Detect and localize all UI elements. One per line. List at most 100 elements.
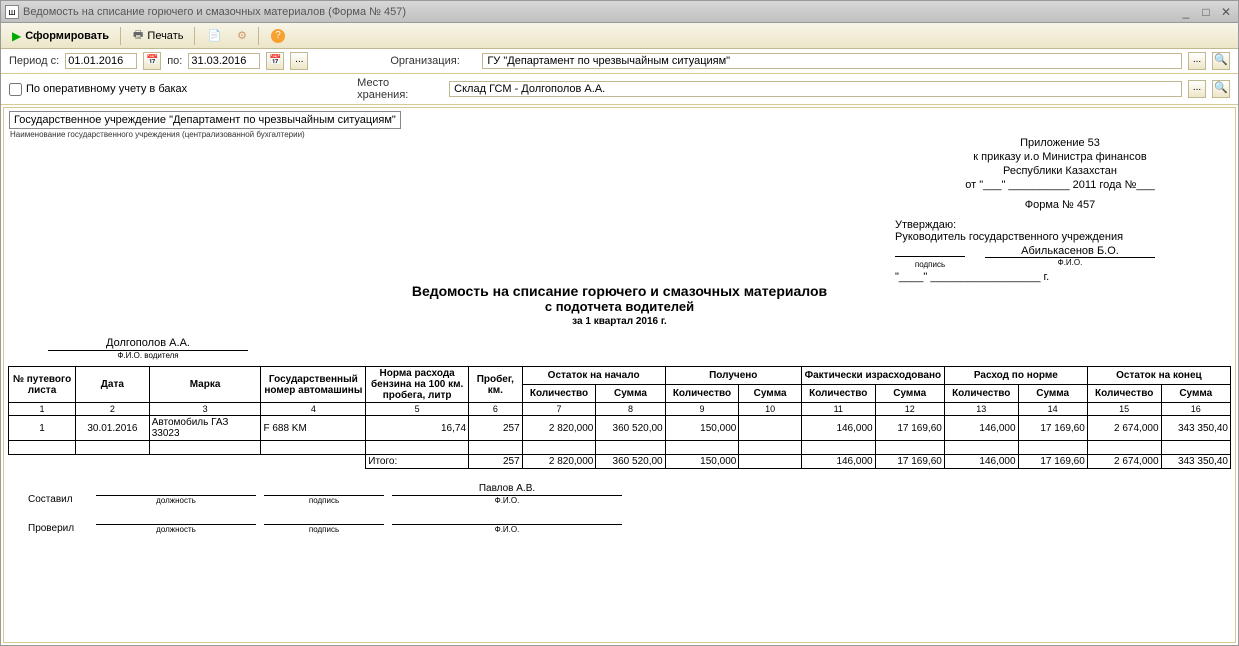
print-button[interactable]: 🖶 Печать [126,23,190,48]
approve-sign-cap: подпись [895,260,965,269]
org-name-box: Государственное учреждение "Департамент … [9,111,401,129]
window-controls: _ □ ✕ [1178,5,1234,19]
approve-position: Руководитель государственного учреждения [895,231,1225,243]
sub-sum-16: Сумма [1161,385,1230,403]
period-to-label: по: [167,55,182,67]
driver-name: Долгополов А.А. [48,337,248,351]
sub-qty-11: Количество [801,385,875,403]
approve-name: Абилькасенов Б.О. [985,245,1155,258]
period-from-input[interactable] [65,53,137,69]
sheet-icon: 📄 [207,29,221,42]
compiled-position-cap: должность [96,496,256,505]
header-right: Приложение 53 к приказу и.о Министра фин… [895,137,1225,283]
checked-fio-cap: Ф.И.О. [392,525,622,534]
approve-date-line: "____" __________________ г. [895,271,1225,283]
compiled-position-line [96,484,256,496]
col-header-received: Получено [665,367,801,385]
checked-sign-line [264,513,384,525]
period-to-input[interactable] [188,53,260,69]
appendix-no: Приложение 53 [895,137,1225,149]
org-input[interactable] [482,53,1182,69]
table-total-row: Итого: 257 2 820,000 360 520,00 150,000 … [9,455,1231,469]
sub-sum-8: Сумма [596,385,665,403]
period-from-label: Период с: [9,55,59,67]
footer-signatures: Составил должность подпись Павлов А.В. Ф… [28,483,1231,534]
approve-block: Утверждаю: Руководитель государственного… [895,219,1225,283]
action-button-2[interactable]: ⚙ [230,26,254,45]
appendix-date: от "___" __________ 2011 года №___ [895,179,1225,191]
approve-fio-cap: Ф.И.О. [985,258,1155,267]
toolbar: ▶ Сформировать 🖶 Печать 📄 ⚙ ? [1,23,1238,49]
table-blank-row [9,441,1231,455]
period-dots-button[interactable]: ... [290,52,308,70]
sub-qty-9: Количество [665,385,739,403]
storage-input[interactable] [449,81,1182,97]
col-header-start: Остаток на начало [522,367,665,385]
operative-checkbox-label: По оперативному учету в баках [26,83,187,95]
org-dots-button[interactable]: ... [1188,52,1206,70]
toolbar-separator [258,27,260,45]
operative-checkbox-wrap[interactable]: По оперативному учету в баках [9,83,187,96]
minimize-button[interactable]: _ [1178,5,1194,19]
org-search-button[interactable]: 🔍 [1212,52,1230,70]
col-header-brand: Марка [149,367,261,403]
driver-caption: Ф.И.О. водителя [48,351,248,360]
col-header-actual: Фактически израсходовано [801,367,944,385]
col-header-rate: Норма расхода бензина на 100 км. пробега… [366,367,469,403]
wand-icon: ⚙ [237,29,247,42]
table-header-row-1: № путевого листа Дата Марка Государствен… [9,367,1231,385]
driver-block: Долгополов А.А. Ф.И.О. водителя [48,337,1231,360]
action-button-1[interactable]: 📄 [200,26,228,45]
doc-title-2: с подотчета водителей [8,299,1231,314]
doc-title-block: Ведомость на списание горючего и смазочн… [8,283,1231,327]
storage-search-button[interactable]: 🔍 [1212,80,1230,98]
compiled-sign-line [264,484,384,496]
total-label: Итого: [366,455,469,469]
window-title: Ведомость на списание горючего и смазочн… [23,6,1178,18]
form-button-label: Сформировать [25,30,109,42]
maximize-button[interactable]: □ [1198,5,1214,19]
col-header-no: № путевого листа [9,367,76,403]
sub-sum-12: Сумма [875,385,944,403]
storage-dots-button[interactable]: ... [1188,80,1206,98]
calendar-from-button[interactable]: 📅 [143,52,161,70]
play-icon: ▶ [12,29,21,43]
compiled-label: Составил [28,494,88,505]
col-header-end: Остаток на конец [1087,367,1230,385]
sub-qty-15: Количество [1087,385,1161,403]
compiled-fio-cap: Ф.И.О. [392,496,622,505]
col-header-norm: Расход по норме [944,367,1087,385]
print-button-label: Печать [147,30,183,42]
app-icon: ш [5,5,19,19]
operative-checkbox[interactable] [9,83,22,96]
close-button[interactable]: ✕ [1218,5,1234,19]
compiled-name: Павлов А.В. [392,483,622,496]
doc-period: за 1 квартал 2016 г. [8,316,1231,327]
doc-title-1: Ведомость на списание горючего и смазочн… [8,283,1231,299]
approve-label: Утверждаю: [895,219,1225,231]
filter-bar-1: Период с: 📅 по: 📅 ... Организация: ... 🔍 [1,49,1238,74]
sub-qty-13: Количество [944,385,1018,403]
filter-bar-2: По оперативному учету в баках Место хран… [1,74,1238,105]
sub-qty-7: Количество [522,385,596,403]
approve-sign-line [895,245,965,257]
calendar-to-button[interactable]: 📅 [266,52,284,70]
title-bar: ш Ведомость на списание горючего и смазо… [1,1,1238,23]
app-window: ш Ведомость на списание горючего и смазо… [0,0,1239,646]
document-area: Государственное учреждение "Департамент … [3,107,1236,643]
appendix-to-2: Республики Казахстан [895,165,1225,177]
checked-position-line [96,513,256,525]
col-header-plate: Государственный номер автомашины [261,367,366,403]
form-button[interactable]: ▶ Сформировать [5,26,116,46]
compiled-sign-cap: подпись [264,496,384,505]
checked-name-line [392,513,622,525]
document: Государственное учреждение "Департамент … [4,108,1235,558]
checked-sign-cap: подпись [264,525,384,534]
help-button[interactable]: ? [264,26,292,46]
form-number: Форма № 457 [895,199,1225,211]
help-icon: ? [271,29,285,43]
col-header-date: Дата [76,367,150,403]
checked-position-cap: должность [96,525,256,534]
printer-icon: 🖶 [133,26,143,45]
table-colnum-row: 1 2 3 4 5 6 7 8 9 10 11 12 13 14 15 16 [9,403,1231,416]
